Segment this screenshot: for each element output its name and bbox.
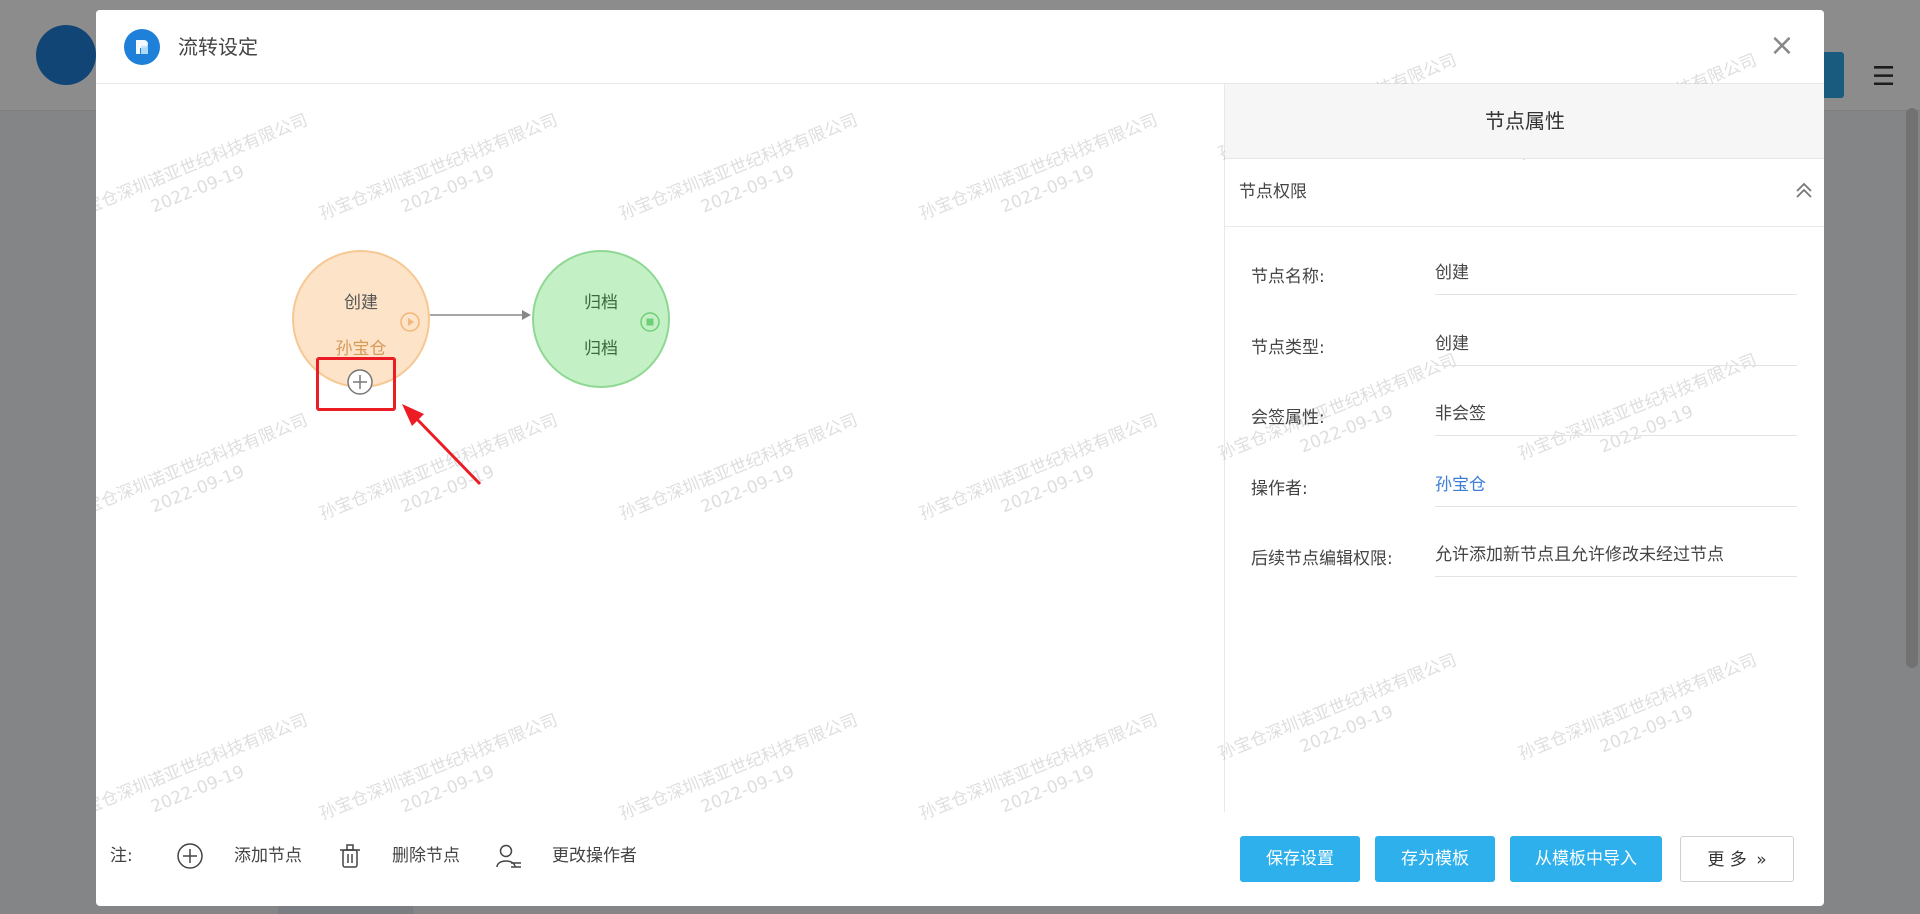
- watermark: 孙宝仓深圳诺亚世纪科技有限公司2022-09-19: [616, 710, 861, 825]
- property-label: 节点类型:: [1251, 338, 1325, 358]
- legend-change-operator-label: 更改操作者: [552, 846, 637, 866]
- collapse-up-icon[interactable]: [1793, 180, 1815, 202]
- watermark: 孙宝仓深圳诺亚世纪科技有限公司2022-09-19: [96, 410, 311, 525]
- end-node-operator: 归档: [584, 339, 618, 359]
- flow-canvas[interactable]: 孙宝仓深圳诺亚世纪科技有限公司 2022-09-19 孙宝仓深圳诺亚世纪科技有限公…: [96, 84, 1224, 824]
- property-label: 后续节点编辑权限:: [1251, 549, 1393, 569]
- flow-connector-arrow: [430, 310, 531, 320]
- start-node-title: 创建: [344, 293, 378, 313]
- property-row-countersign: 会签属性: 非会签: [1225, 385, 1824, 443]
- legend-bar: 注: 添加节点 删除节点 更改操作者: [96, 836, 996, 876]
- node-properties-panel: 孙宝仓深圳诺亚世纪科技有限公司 2022-09-19 孙宝仓深圳诺亚世纪科技有限公…: [1216, 50, 1824, 812]
- add-node-icon: [177, 843, 203, 869]
- property-row-operator: 操作者: 孙宝仓: [1225, 456, 1824, 514]
- import-from-template-button[interactable]: 从模板中导入: [1510, 836, 1662, 882]
- more-button-label: 更 多: [1707, 850, 1747, 870]
- change-user-icon: [496, 844, 521, 868]
- app-logo-icon: [124, 29, 160, 65]
- save-as-template-button[interactable]: 存为模板: [1375, 836, 1495, 882]
- save-settings-button[interactable]: 保存设置: [1240, 836, 1360, 882]
- legend-note-label: 注:: [110, 846, 133, 866]
- end-node-title: 归档: [584, 293, 618, 313]
- countersign-value: 非会签: [1435, 393, 1797, 436]
- stop-icon: [640, 312, 660, 332]
- panel-title: 节点属性: [1225, 84, 1824, 159]
- watermark: 孙宝仓深圳诺亚世纪科技有限公司2022-09-19: [316, 710, 561, 825]
- edit-permission-value: 允许添加新节点且允许修改未经过节点: [1435, 534, 1797, 577]
- start-node-operator: 孙宝仓: [335, 339, 387, 359]
- section-title: 节点权限: [1239, 182, 1307, 202]
- watermark: 孙宝仓深圳诺亚世纪科技有限公司2022-09-19: [316, 110, 561, 225]
- watermark: 孙宝仓深圳诺亚世纪科技有限公司2022-09-19: [1515, 650, 1760, 765]
- operator-link[interactable]: 孙宝仓: [1435, 464, 1797, 507]
- watermark: 孙宝仓深圳诺亚世纪科技有限公司2022-09-19: [616, 410, 861, 525]
- more-button[interactable]: 更 多 »: [1680, 836, 1794, 882]
- property-row-node-name: 节点名称: 创建: [1225, 244, 1824, 302]
- flow-settings-dialog: 流转设定 × 孙宝仓深圳诺亚世纪科技有限公司 2022-09-19 孙宝仓深圳诺亚…: [96, 10, 1824, 906]
- property-label: 操作者:: [1251, 479, 1308, 499]
- double-chevron-right-icon: »: [1756, 850, 1767, 870]
- dialog-title: 流转设定: [178, 35, 258, 59]
- property-label: 会签属性:: [1251, 408, 1325, 428]
- property-row-edit-permission: 后续节点编辑权限: 允许添加新节点且允许修改未经过节点: [1225, 526, 1824, 584]
- watermark: 孙宝仓深圳诺亚世纪科技有限公司2022-09-19: [1215, 650, 1460, 765]
- watermark: 孙宝仓深圳诺亚世纪科技有限公司2022-09-19: [616, 110, 861, 225]
- watermark: 孙宝仓深圳诺亚世纪科技有限公司2022-09-19: [916, 410, 1161, 525]
- legend-delete-node-label: 删除节点: [392, 846, 460, 866]
- watermark: 孙宝仓深圳诺亚世纪科技有限公司2022-09-19: [96, 110, 311, 225]
- annotation-highlight-box: [316, 357, 396, 411]
- node-name-value: 创建: [1435, 252, 1797, 295]
- property-label: 节点名称:: [1251, 267, 1325, 287]
- property-row-node-type: 节点类型: 创建: [1225, 315, 1824, 373]
- watermark: 孙宝仓深圳诺亚世纪科技有限公司2022-09-19: [916, 710, 1161, 825]
- play-icon: [400, 312, 420, 332]
- watermark: 孙宝仓深圳诺亚世纪科技有限公司2022-09-19: [916, 110, 1161, 225]
- legend-add-node-label: 添加节点: [234, 846, 302, 866]
- trash-icon: [340, 844, 360, 868]
- end-node[interactable]: 归档 归档: [532, 250, 670, 388]
- node-type-value: 创建: [1435, 323, 1797, 366]
- dialog-header: 流转设定 ×: [96, 10, 1824, 84]
- watermark: 孙宝仓深圳诺亚世纪科技有限公司2022-09-19: [96, 710, 311, 825]
- annotation-arrow: [402, 404, 482, 486]
- node-permission-section-header[interactable]: 节点权限: [1225, 158, 1824, 227]
- close-icon[interactable]: ×: [1764, 28, 1800, 64]
